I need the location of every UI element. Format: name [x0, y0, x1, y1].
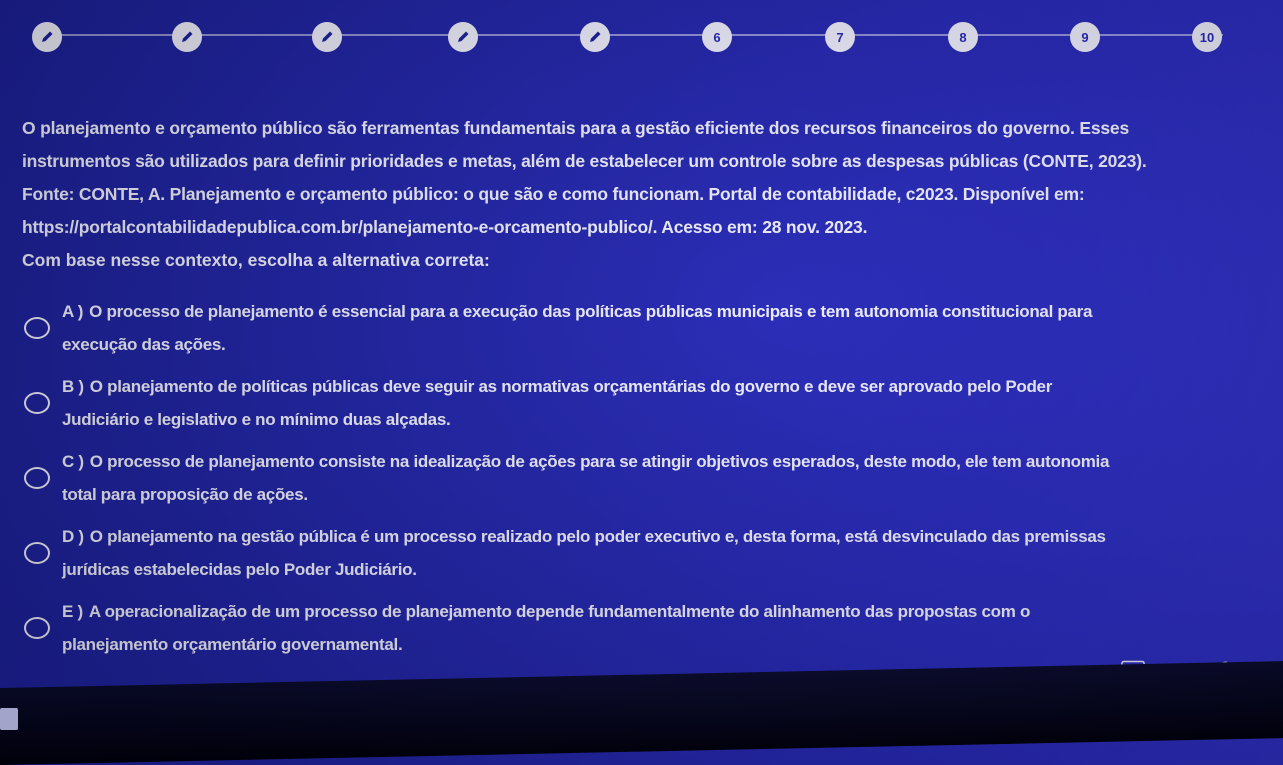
option-a[interactable]: A ) O processo de planejamento é essencia… — [22, 295, 1262, 361]
step-6-button[interactable]: 6 — [702, 22, 732, 52]
option-line: A operacionalização de um processo de pl… — [88, 602, 1031, 621]
step-number: 7 — [836, 29, 844, 45]
pencil-icon — [182, 31, 193, 42]
radio-button[interactable] — [24, 617, 50, 639]
step-7-button[interactable]: 7 — [825, 22, 855, 52]
option-text: B ) O planejamento de políticas públicas … — [62, 370, 1262, 436]
option-text: E ) A operacionalização de um processo de… — [62, 595, 1262, 661]
option-d[interactable]: D ) O planejamento na gestão pública é um… — [22, 520, 1262, 586]
option-text: D ) O planejamento na gestão pública é um… — [62, 520, 1262, 586]
radio-button[interactable] — [24, 467, 50, 489]
step-number: 8 — [959, 29, 967, 45]
start-button[interactable] — [0, 708, 18, 730]
step-4-button[interactable] — [448, 22, 478, 52]
step-10-button[interactable]: 10 — [1192, 22, 1222, 52]
context-line: instrumentos são utilizados para definir… — [22, 151, 1147, 171]
option-e[interactable]: E ) A operacionalização de um processo de… — [22, 595, 1262, 661]
option-line: Judiciário e legislativo e no mínimo dua… — [62, 410, 451, 429]
source-line: Fonte: CONTE, A. Planejamento e orçament… — [22, 184, 1085, 204]
context-line: O planejamento e orçamento público são f… — [22, 118, 1129, 138]
option-text: A ) O processo de planejamento é essencia… — [62, 295, 1262, 361]
step-number: 10 — [1199, 29, 1215, 45]
step-number: 6 — [713, 29, 721, 45]
option-letter: E ) — [62, 602, 83, 621]
option-line: jurídicas estabelecidas pelo Poder Judic… — [62, 560, 417, 579]
option-line: O planejamento de políticas públicas dev… — [89, 377, 1053, 396]
question-prompt: Com base nesse contexto, escolha a alter… — [22, 250, 490, 270]
radio-button[interactable] — [24, 317, 50, 339]
option-letter: D ) — [62, 527, 84, 546]
option-line: O planejamento na gestão pública é um pr… — [89, 527, 1106, 546]
step-number: 9 — [1081, 29, 1089, 45]
screen: 6 7 8 9 10 O planejamento e orçamento pú… — [0, 0, 1283, 765]
source-url-line: https://portalcontabilidadepublica.com.b… — [22, 217, 868, 237]
step-2-button[interactable] — [172, 22, 202, 52]
option-line: planejamento orçamentário governamental. — [62, 635, 403, 654]
option-letter: A ) — [62, 302, 84, 321]
step-1-button[interactable] — [32, 22, 62, 52]
option-c[interactable]: C ) O processo de planejamento consiste n… — [22, 445, 1262, 511]
step-5-button[interactable] — [580, 22, 610, 52]
radio-button[interactable] — [24, 392, 50, 414]
option-letter: C ) — [62, 452, 84, 471]
option-line: O processo de planejamento é essencial p… — [89, 302, 1093, 321]
pencil-icon — [590, 31, 601, 42]
pencil-icon — [322, 31, 333, 42]
step-8-button[interactable]: 8 — [948, 22, 978, 52]
option-letter: B ) — [62, 377, 84, 396]
option-line: execução das ações. — [62, 335, 226, 354]
step-9-button[interactable]: 9 — [1070, 22, 1100, 52]
option-line: total para proposição de ações. — [62, 485, 308, 504]
screen-bezel — [0, 661, 1283, 765]
step-3-button[interactable] — [312, 22, 342, 52]
answer-options: A ) O processo de planejamento é essencia… — [22, 295, 1262, 661]
question-content: O planejamento e orçamento público são f… — [22, 112, 1262, 670]
step-navigation: 6 7 8 9 10 — [0, 18, 1283, 54]
step-connector-line — [50, 34, 1223, 36]
radio-button[interactable] — [24, 542, 50, 564]
option-b[interactable]: B ) O planejamento de políticas públicas … — [22, 370, 1262, 436]
context-paragraph: O planejamento e orçamento público são f… — [22, 112, 1262, 244]
option-line: O processo de planejamento consiste na i… — [89, 452, 1110, 471]
option-text: C ) O processo de planejamento consiste n… — [62, 445, 1262, 511]
pencil-icon — [458, 31, 469, 42]
pencil-icon — [42, 31, 53, 42]
